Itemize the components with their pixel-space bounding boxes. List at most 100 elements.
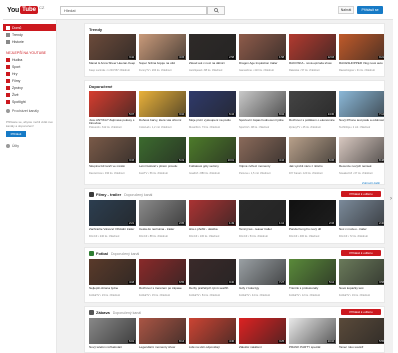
sidebar-item-sport[interactable]: Sport [3,63,56,70]
video-card[interactable]: 5:07 Jsou ANTIKA? Zajímavé pokusy s žárov… [89,91,136,132]
video-thumbnail[interactable]: 3:42 [89,34,136,60]
video-card[interactable]: 1:58 Dragon Age Inquisition trailer GameZo… [239,34,286,75]
video-thumbnail[interactable]: 3:58 [339,259,384,285]
video-thumbnail[interactable]: 5:07 [89,91,136,117]
video-card[interactable]: 10:10PRANK PÁRTY speciálZabava • 150 tis… [289,318,336,352]
video-title[interactable]: Tanec roku soutěž [339,346,384,353]
video-thumbnail[interactable]: 6:06 [289,137,336,163]
upload-button[interactable]: Nahrát [338,6,354,14]
video-title[interactable]: Dragon Age Inquisition trailer [239,62,286,69]
video-thumbnail[interactable]: 4:18 [89,259,136,285]
sidebar-browse-channels[interactable]: Procházet kanály [3,107,56,114]
video-title[interactable]: Letní festival v plném proudu [139,165,186,172]
video-card[interactable]: 4:40Lidé na ulici odpovídajíZabava • 27 … [189,318,236,352]
video-card[interactable]: 2:33 Panda Kung Fu nový díl FilmCZ • 400 t… [289,200,336,241]
video-thumbnail[interactable]: 7:12 [339,91,384,117]
video-title[interactable]: Trénink s profesionály [289,287,336,294]
video-thumbnail[interactable]: 9:21 [339,34,384,60]
video-title[interactable]: Skupina lidí tančí ve městě [89,165,136,172]
video-card[interactable]: 9:21 RACESHOPPER Vlog nové auto Raceshoppe… [339,34,384,75]
shelf-scroll-right-icon[interactable]: › [390,196,392,202]
video-thumbnail[interactable]: 4:44 [239,137,286,163]
video-thumbnail[interactable]: 3:10 [139,91,186,117]
video-card[interactable]: 3:10 Duhové barvy, které vás ohromí ColorL… [139,91,186,132]
video-thumbnail[interactable]: 12:03 [289,34,336,60]
video-thumbnail[interactable]: 5:19 [139,137,186,163]
video-title[interactable]: Rozhovor s politikem o ekonomice [289,119,336,126]
video-title[interactable]: Sportovní zápas hodnocení týdne [239,119,286,126]
video-card[interactable]: 9:40 Derby pražských týmů sestřih FotbalTV… [189,259,236,300]
subscribe-button[interactable]: Přihlásit k odběru [341,309,381,315]
video-title[interactable]: Temný les - teaser trailer [239,228,286,235]
video-title[interactable]: RAKOSKA - nová epizoda show [289,62,336,69]
video-card[interactable]: 4:44 Vtipné zvířecí momenty PetLove • 1,5 … [239,137,286,178]
video-title[interactable]: Derby pražských týmů sestřih [189,287,236,294]
video-title[interactable]: Manel & Anna Sheer Heeran-Keep [89,62,136,69]
video-card[interactable]: 6:55 Rozhovor s trenérem po zápase FotbalT… [139,259,186,300]
video-card[interactable]: 5:12 Trénink s profesionály FotbalTV • 12 … [289,259,336,300]
video-title[interactable]: Góly z kola ligy [239,287,286,294]
sidebar-signin-button[interactable]: Přihlásit [6,131,26,137]
sidebar-item-spotlight[interactable]: Spotlight [3,98,56,105]
video-card[interactable]: 3:42 Manel & Anna Sheer Heeran-Keep Keep L… [89,34,136,75]
show-more-link[interactable]: Zobrazit další [362,181,380,184]
video-title[interactable]: Noc v muzeu - trailer [339,228,384,235]
shelf-title[interactable]: Filmy - trailer Doporučený kanál [89,192,152,197]
video-card[interactable]: 5:19 Letní festival v plném proudu FestTV … [139,137,186,178]
shelf-title[interactable]: Fotbal Doporučený kanál [89,251,139,256]
video-thumbnail[interactable]: 10:01 [189,137,236,163]
shelf-title[interactable]: Doporučené [89,84,112,89]
video-thumbnail[interactable]: 10:10 [289,318,336,344]
video-title[interactable]: Nový telefon rozbalování [89,346,136,353]
video-card[interactable]: 4:18 Nejlepší obrana týdne FotbalTV • 23 t… [89,259,136,300]
video-card[interactable]: 8:14Legendární momenty showZabava • 61 t… [139,318,186,353]
sidebar-accounts[interactable]: Účty [3,142,56,149]
video-card[interactable]: 10:01 Fotbalové góly sezóny GoalCZ • 880 t… [189,137,236,178]
sidebar-item-live[interactable]: Živě [3,91,56,98]
video-title[interactable]: Nové kopačky test [339,287,384,294]
video-title[interactable]: RACESHOPPER Vlog nové auto [339,62,384,69]
video-card[interactable]: 8:48 Recenze nových tenisek SneakerCZ • 67… [339,137,384,178]
video-title[interactable]: Nový iPhone test pádu a odolnosti [339,119,384,126]
video-thumbnail[interactable]: 4:15 [139,34,186,60]
youtube-logo[interactable]: You Tube CZ [7,5,44,15]
video-thumbnail[interactable]: 2:33 [289,200,336,226]
video-card[interactable]: 5:55Tanec roku soutěžZabava • 9 tis. zhl… [339,318,384,353]
video-thumbnail[interactable]: 8:48 [339,137,384,163]
video-card[interactable]: 1:49 Hra o přežití - ukázka FilmCZ • 130 t… [189,200,236,241]
video-card[interactable]: 3:58 Nové kopačky test FotbalTV • 19 tis. … [339,259,384,300]
signin-button[interactable]: Přihlásit se [357,6,383,14]
sidebar-item-home[interactable]: Domů [3,24,56,31]
video-title[interactable]: Zachraňte Vánoce! Oficiální trailer [89,228,136,235]
video-thumbnail[interactable]: 6:44 [189,91,236,117]
video-title[interactable]: Jak vyrobit něco z ničeho [289,165,336,172]
video-card[interactable]: 4:15 Super hrdina bojuje na ulici FunnyTV … [139,34,186,75]
video-card[interactable]: 6:44 Moje první vystoupení na pódiu MusicK… [189,91,236,132]
shelf-title[interactable]: Trendy [89,27,102,32]
video-thumbnail[interactable]: 2:58 [189,34,236,60]
video-title[interactable]: Legendární momenty show [139,346,186,353]
video-card[interactable]: 6:01Nový telefon rozbalováníZabava • 33 … [89,318,136,353]
video-title[interactable]: Fotbalové góly sezóny [189,165,236,172]
video-thumbnail[interactable]: 9:40 [189,259,236,285]
sidebar-item-music[interactable]: Hudba [3,56,56,63]
video-thumbnail[interactable]: 5:55 [339,318,384,344]
sidebar-item-trending[interactable]: Trendy [3,31,56,38]
video-card[interactable]: 1:12 Temný les - teaser trailer FilmCZ • 5… [239,200,286,241]
video-card[interactable]: 2:58 Závod aut v noci na dálnici AutoSpeed… [189,34,236,75]
subscribe-button[interactable]: Přihlásit k odběru [341,191,381,197]
video-thumbnail[interactable]: 6:55 [139,259,186,285]
search-input[interactable]: Hledat [60,6,207,15]
video-thumbnail[interactable]: 4:40 [189,318,236,344]
sidebar-item-gaming[interactable]: Hry [3,70,56,77]
video-thumbnail[interactable]: 8:14 [139,318,186,344]
sidebar-item-movies[interactable]: Filmy [3,77,56,84]
video-title[interactable]: Závod aut v noci na dálnici [189,62,236,69]
subscribe-button[interactable]: Přihlásit k odběru [341,250,381,256]
video-thumbnail[interactable]: 3:25 [239,318,286,344]
video-card[interactable]: 12:03 RAKOSKA - nová epizoda show Rakoska … [289,34,336,75]
sidebar-item-news[interactable]: Zprávy [3,84,56,91]
video-thumbnail[interactable]: 3:33 [89,137,136,163]
video-thumbnail[interactable]: 6:01 [89,318,136,344]
video-thumbnail[interactable]: 2:40 [339,200,384,226]
